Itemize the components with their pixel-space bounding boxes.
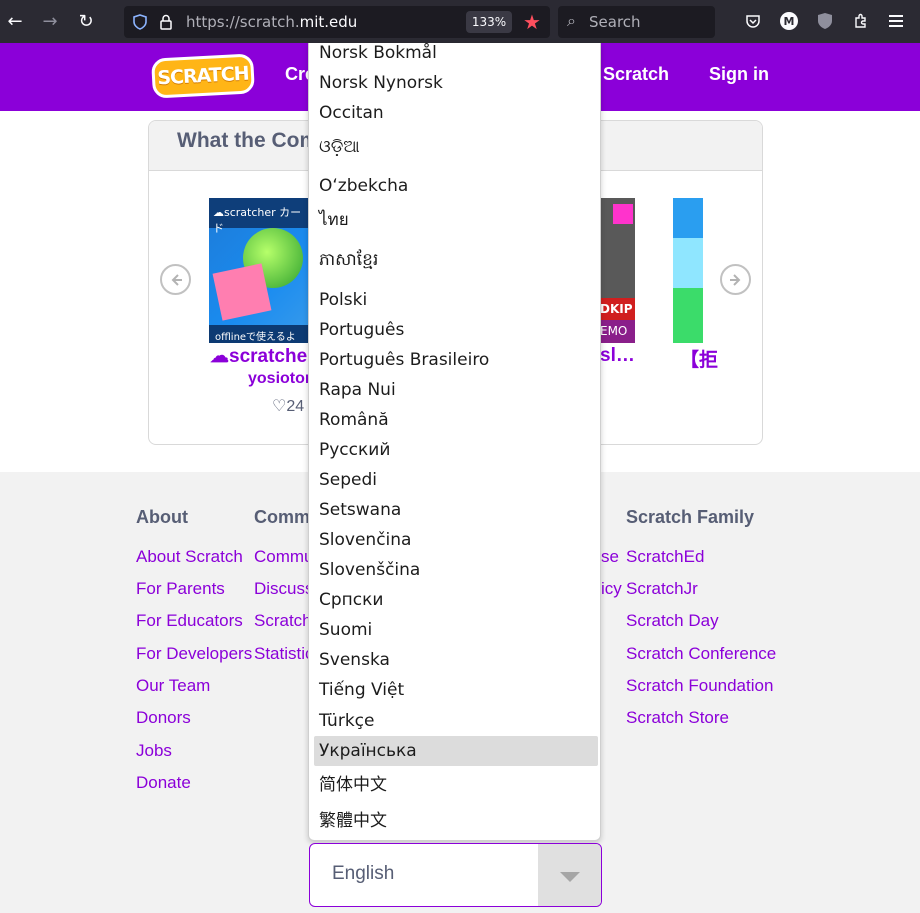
footer-link-developers[interactable]: For Developers bbox=[136, 644, 252, 664]
thumbnail-graphic bbox=[673, 198, 703, 238]
language-select[interactable]: English bbox=[309, 843, 602, 907]
project-loves: ♡24 bbox=[272, 398, 305, 415]
search-bar[interactable]: ⌕ Search bbox=[558, 6, 715, 38]
footer-link-jobs[interactable]: Jobs bbox=[136, 741, 172, 761]
language-option[interactable]: 繁體中文 bbox=[314, 806, 598, 836]
thumbnail-banner: ☁scratcher カード bbox=[209, 198, 309, 235]
footer-link-scratch[interactable]: Scratch bbox=[254, 611, 312, 631]
language-option[interactable]: Português Brasileiro bbox=[314, 345, 598, 375]
footer-family-heading: Scratch Family bbox=[626, 507, 755, 527]
thumbnail-label: DKIP bbox=[600, 298, 635, 320]
footer-link-scratchjr[interactable]: ScratchJr bbox=[626, 579, 698, 599]
language-option[interactable]: Türkçe bbox=[314, 706, 598, 736]
forward-icon[interactable]: → bbox=[39, 10, 61, 32]
language-option[interactable]: Slovenčina bbox=[314, 525, 598, 555]
footer-link-discuss[interactable]: Discuss bbox=[254, 579, 314, 599]
account-icon[interactable]: M bbox=[779, 11, 799, 31]
back-icon[interactable]: ← bbox=[4, 10, 26, 32]
language-option[interactable]: Norsk Bokmål bbox=[314, 43, 598, 68]
language-dropdown-list: Norsk Bokmål Norsk Nynorsk Occitan ଓଡ଼ିଆ… bbox=[308, 43, 601, 841]
carousel-prev-button[interactable] bbox=[160, 264, 191, 295]
language-option[interactable]: Suomi bbox=[314, 615, 598, 645]
heart-icon: ♡ bbox=[272, 398, 287, 415]
ublock-icon[interactable] bbox=[815, 11, 835, 31]
footer-link-conference[interactable]: Scratch Conference bbox=[626, 644, 776, 664]
thumbnail-footer: offlineで使えるよ bbox=[209, 325, 309, 343]
language-option[interactable]: Oʻzbekcha bbox=[314, 171, 598, 201]
language-option[interactable]: Rapa Nui bbox=[314, 375, 598, 405]
scratch-logo[interactable]: SCRATCH bbox=[151, 53, 255, 99]
menu-icon[interactable] bbox=[886, 11, 906, 31]
language-option[interactable]: Русский bbox=[314, 435, 598, 465]
pocket-icon[interactable] bbox=[743, 11, 763, 31]
carousel-next-button[interactable] bbox=[720, 264, 751, 295]
project-author[interactable]: yosiotori bbox=[248, 370, 316, 388]
project-thumbnail[interactable]: DKIP EMO bbox=[600, 198, 635, 343]
search-placeholder: Search bbox=[589, 13, 641, 31]
extensions-icon[interactable] bbox=[851, 11, 871, 31]
chevron-down-icon bbox=[560, 872, 580, 882]
project-title[interactable]: sl… bbox=[600, 345, 635, 367]
language-option[interactable]: Sepedi bbox=[314, 465, 598, 495]
thumbnail-graphic bbox=[673, 238, 703, 288]
bookmark-star-icon[interactable]: ★ bbox=[523, 10, 541, 34]
language-option[interactable]: Slovenščina bbox=[314, 555, 598, 585]
language-option[interactable]: ไทย bbox=[314, 205, 598, 235]
language-option[interactable]: Norsk Nynorsk bbox=[314, 68, 598, 98]
thumbnail-graphic bbox=[613, 204, 633, 224]
language-option[interactable]: Occitan bbox=[314, 98, 598, 128]
language-select-toggle[interactable] bbox=[538, 844, 601, 906]
arrow-left-icon bbox=[171, 273, 182, 286]
footer-link-legal-partial[interactable]: se bbox=[601, 547, 619, 567]
url-text[interactable]: https://scratch.mit.edu bbox=[186, 13, 357, 31]
footer-link-parents[interactable]: For Parents bbox=[136, 579, 225, 599]
footer-link-scratched[interactable]: ScratchEd bbox=[626, 547, 704, 567]
sign-in-link[interactable]: Sign in bbox=[709, 64, 769, 85]
language-option[interactable]: ଓଡ଼ିଆ bbox=[314, 132, 598, 162]
language-option[interactable]: Română bbox=[314, 405, 598, 435]
footer-link-team[interactable]: Our Team bbox=[136, 676, 210, 696]
project-thumbnail[interactable] bbox=[673, 198, 703, 343]
footer-link-about-scratch[interactable]: About Scratch bbox=[136, 547, 243, 567]
thumbnail-label: EMO bbox=[600, 320, 635, 343]
footer-link-foundation[interactable]: Scratch Foundation bbox=[626, 676, 773, 696]
lock-icon[interactable] bbox=[159, 14, 173, 30]
language-option-highlighted[interactable]: Українська bbox=[314, 736, 598, 766]
language-option[interactable]: ភាសាខ្មែរ bbox=[314, 245, 598, 275]
arrow-right-icon bbox=[729, 273, 740, 286]
project-title[interactable]: ☁scratcher bbox=[210, 345, 315, 368]
language-option[interactable]: Tiếng Việt bbox=[314, 675, 598, 705]
footer-link-scratch-day[interactable]: Scratch Day bbox=[626, 611, 719, 631]
footer-about-heading: About bbox=[136, 507, 188, 527]
language-option[interactable]: Српски bbox=[314, 585, 598, 615]
language-option[interactable]: Svenska bbox=[314, 645, 598, 675]
browser-toolbar: ← → ↻ https://scratch.mit.edu 133% ★ ⌕ S… bbox=[0, 0, 920, 43]
language-option[interactable]: 简体中文 bbox=[314, 770, 598, 800]
card-graphic bbox=[212, 263, 272, 321]
footer-link-educators[interactable]: For Educators bbox=[136, 611, 243, 631]
footer-link-donate[interactable]: Donate bbox=[136, 773, 191, 793]
language-select-value: English bbox=[332, 863, 395, 884]
url-bar[interactable]: https://scratch.mit.edu 133% ★ bbox=[124, 6, 550, 38]
zoom-level-badge[interactable]: 133% bbox=[466, 11, 512, 33]
language-option[interactable]: Português bbox=[314, 315, 598, 345]
reload-icon[interactable]: ↻ bbox=[75, 10, 97, 32]
language-option[interactable]: Polski bbox=[314, 285, 598, 315]
footer-link-legal-partial[interactable]: icy bbox=[601, 579, 622, 599]
search-icon: ⌕ bbox=[567, 11, 576, 30]
language-option[interactable]: Setswana bbox=[314, 495, 598, 525]
project-title[interactable]: 【拒 bbox=[680, 345, 718, 372]
footer-link-donors[interactable]: Donors bbox=[136, 708, 191, 728]
shield-icon[interactable] bbox=[132, 14, 148, 30]
project-thumbnail[interactable]: ☁scratcher カード offlineで使えるよ bbox=[209, 198, 309, 343]
footer-link-store[interactable]: Scratch Store bbox=[626, 708, 729, 728]
nav-about[interactable]: Scratch bbox=[603, 64, 669, 85]
